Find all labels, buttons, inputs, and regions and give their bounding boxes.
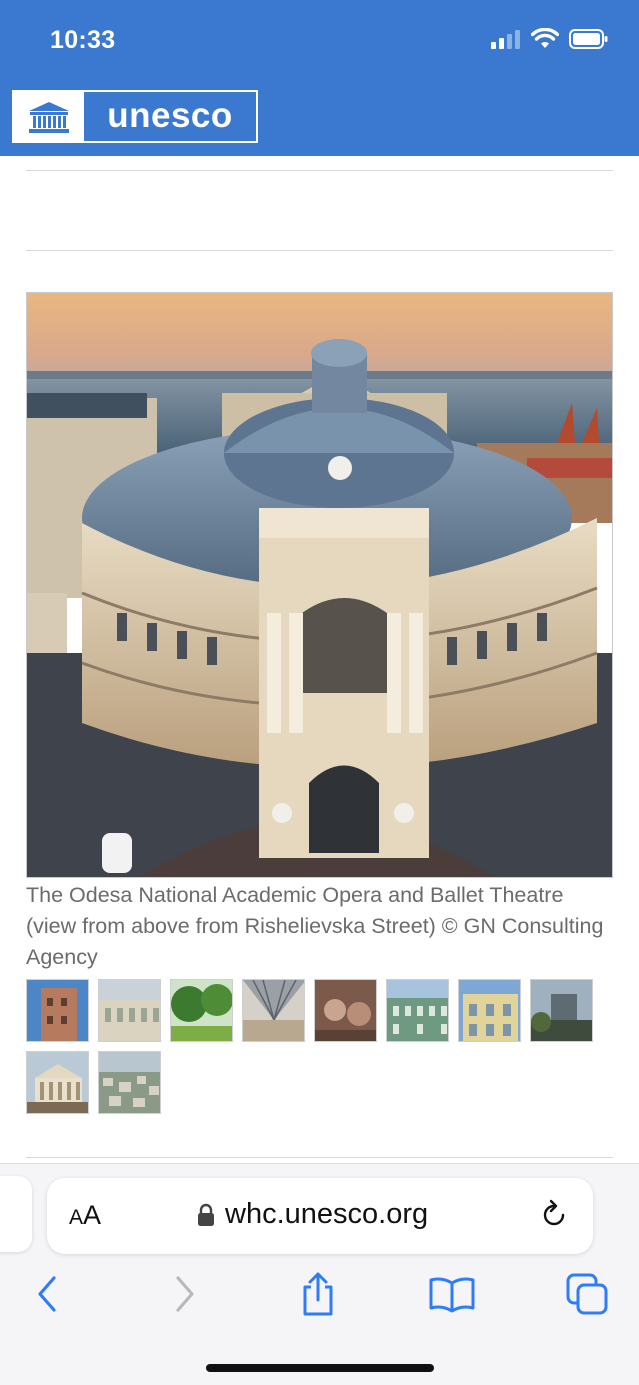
- browser-toolbar: [0, 1269, 639, 1329]
- divider: [26, 250, 613, 251]
- gallery-thumbnail[interactable]: [98, 979, 161, 1042]
- unesco-logo[interactable]: unesco: [12, 90, 258, 143]
- signal-icon: [491, 30, 520, 49]
- gallery-thumbnail[interactable]: [314, 979, 377, 1042]
- gallery-thumbnail[interactable]: [386, 979, 449, 1042]
- status-icons: [491, 28, 609, 50]
- url-text: whc.unesco.org: [225, 1198, 429, 1230]
- gallery-thumbnail[interactable]: [242, 979, 305, 1042]
- divider: [26, 1157, 613, 1158]
- home-indicator[interactable]: [206, 1364, 434, 1372]
- tabs-icon[interactable]: [562, 1269, 612, 1319]
- reload-icon[interactable]: [537, 1198, 571, 1237]
- lock-icon: [198, 1203, 214, 1226]
- opera-theatre-photo[interactable]: [26, 292, 613, 878]
- unesco-temple-emblem: [14, 92, 84, 141]
- wifi-icon: [531, 28, 559, 48]
- url-display[interactable]: whc.unesco.org: [197, 1198, 428, 1231]
- previous-tab-peek[interactable]: [0, 1176, 32, 1252]
- unesco-wordmark: unesco: [107, 95, 233, 135]
- bookmarks-icon[interactable]: [427, 1269, 477, 1319]
- thumbnail-gallery: [26, 979, 606, 1114]
- header-bar: 10:33 unesco: [0, 0, 639, 156]
- text-size-button[interactable]: AA: [69, 1200, 101, 1231]
- status-time: 10:33: [50, 26, 116, 54]
- battery-icon: [569, 29, 608, 49]
- gallery-thumbnail[interactable]: [26, 979, 89, 1042]
- gallery-thumbnail[interactable]: [26, 1051, 89, 1114]
- gallery-thumbnail[interactable]: [530, 979, 593, 1042]
- gallery-thumbnail[interactable]: [98, 1051, 161, 1114]
- gallery-thumbnail[interactable]: [170, 979, 233, 1042]
- divider: [26, 170, 613, 171]
- photo-caption: The Odesa National Academic Opera and Ba…: [26, 883, 604, 969]
- share-icon[interactable]: [293, 1269, 343, 1319]
- back-icon[interactable]: [22, 1269, 72, 1319]
- gallery-thumbnail[interactable]: [458, 979, 521, 1042]
- browser-chrome: AA whc.unesco.org: [0, 1163, 639, 1385]
- address-bar[interactable]: AA whc.unesco.org: [47, 1178, 593, 1254]
- forward-icon[interactable]: [160, 1269, 210, 1319]
